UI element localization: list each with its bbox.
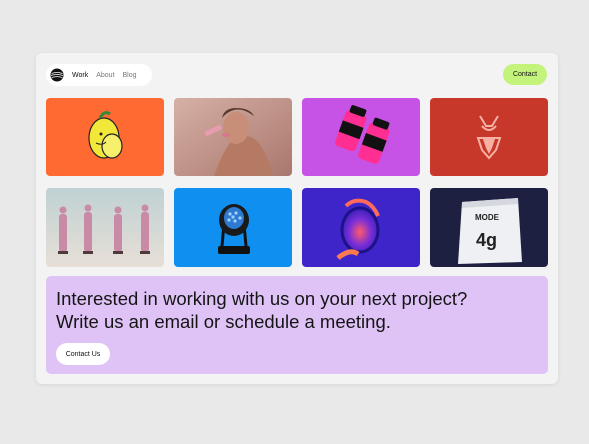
contact-button[interactable]: Contact bbox=[503, 64, 547, 85]
contact-us-button[interactable]: Contact Us bbox=[56, 343, 110, 365]
pouch-amount-text: 4g bbox=[476, 230, 497, 250]
browser-window: Work About Blog Contact MODE 4g Interest… bbox=[36, 53, 558, 384]
nav-about-link[interactable]: About bbox=[96, 72, 114, 79]
stage-light-image bbox=[174, 188, 292, 267]
swimsuit-outline-image bbox=[430, 98, 548, 176]
lipstick-portrait-tile[interactable] bbox=[174, 98, 292, 176]
nav-work-link[interactable]: Work bbox=[72, 72, 88, 79]
lemon-illustration-image bbox=[46, 98, 164, 176]
spiral-globe-logo-icon[interactable] bbox=[50, 68, 64, 82]
cta-heading: Interested in working with us on your ne… bbox=[56, 287, 536, 333]
pouch-tile[interactable]: MODE 4g bbox=[430, 188, 548, 267]
top-nav: Work About Blog bbox=[46, 64, 152, 86]
lens-hand-tile[interactable] bbox=[302, 188, 420, 267]
pouch-image: MODE 4g bbox=[430, 188, 548, 267]
lipstick-portrait-image bbox=[174, 98, 292, 176]
cta-line-1: Interested in working with us on your ne… bbox=[56, 288, 468, 309]
lemon-illustration-tile[interactable] bbox=[46, 98, 164, 176]
lens-hand-image bbox=[302, 188, 420, 267]
stage-light-tile[interactable] bbox=[174, 188, 292, 267]
supplement-bottles-image bbox=[302, 98, 420, 176]
swimsuit-outline-tile[interactable] bbox=[430, 98, 548, 176]
models-outfits-image bbox=[46, 188, 164, 267]
models-outfits-tile[interactable] bbox=[46, 188, 164, 267]
pouch-brand-text: MODE bbox=[475, 213, 500, 222]
supplement-bottles-tile[interactable] bbox=[302, 98, 420, 176]
nav-blog-link[interactable]: Blog bbox=[123, 72, 137, 79]
cta-line-2: Write us an email or schedule a meeting. bbox=[56, 311, 391, 332]
cta-banner: Interested in working with us on your ne… bbox=[46, 276, 548, 374]
